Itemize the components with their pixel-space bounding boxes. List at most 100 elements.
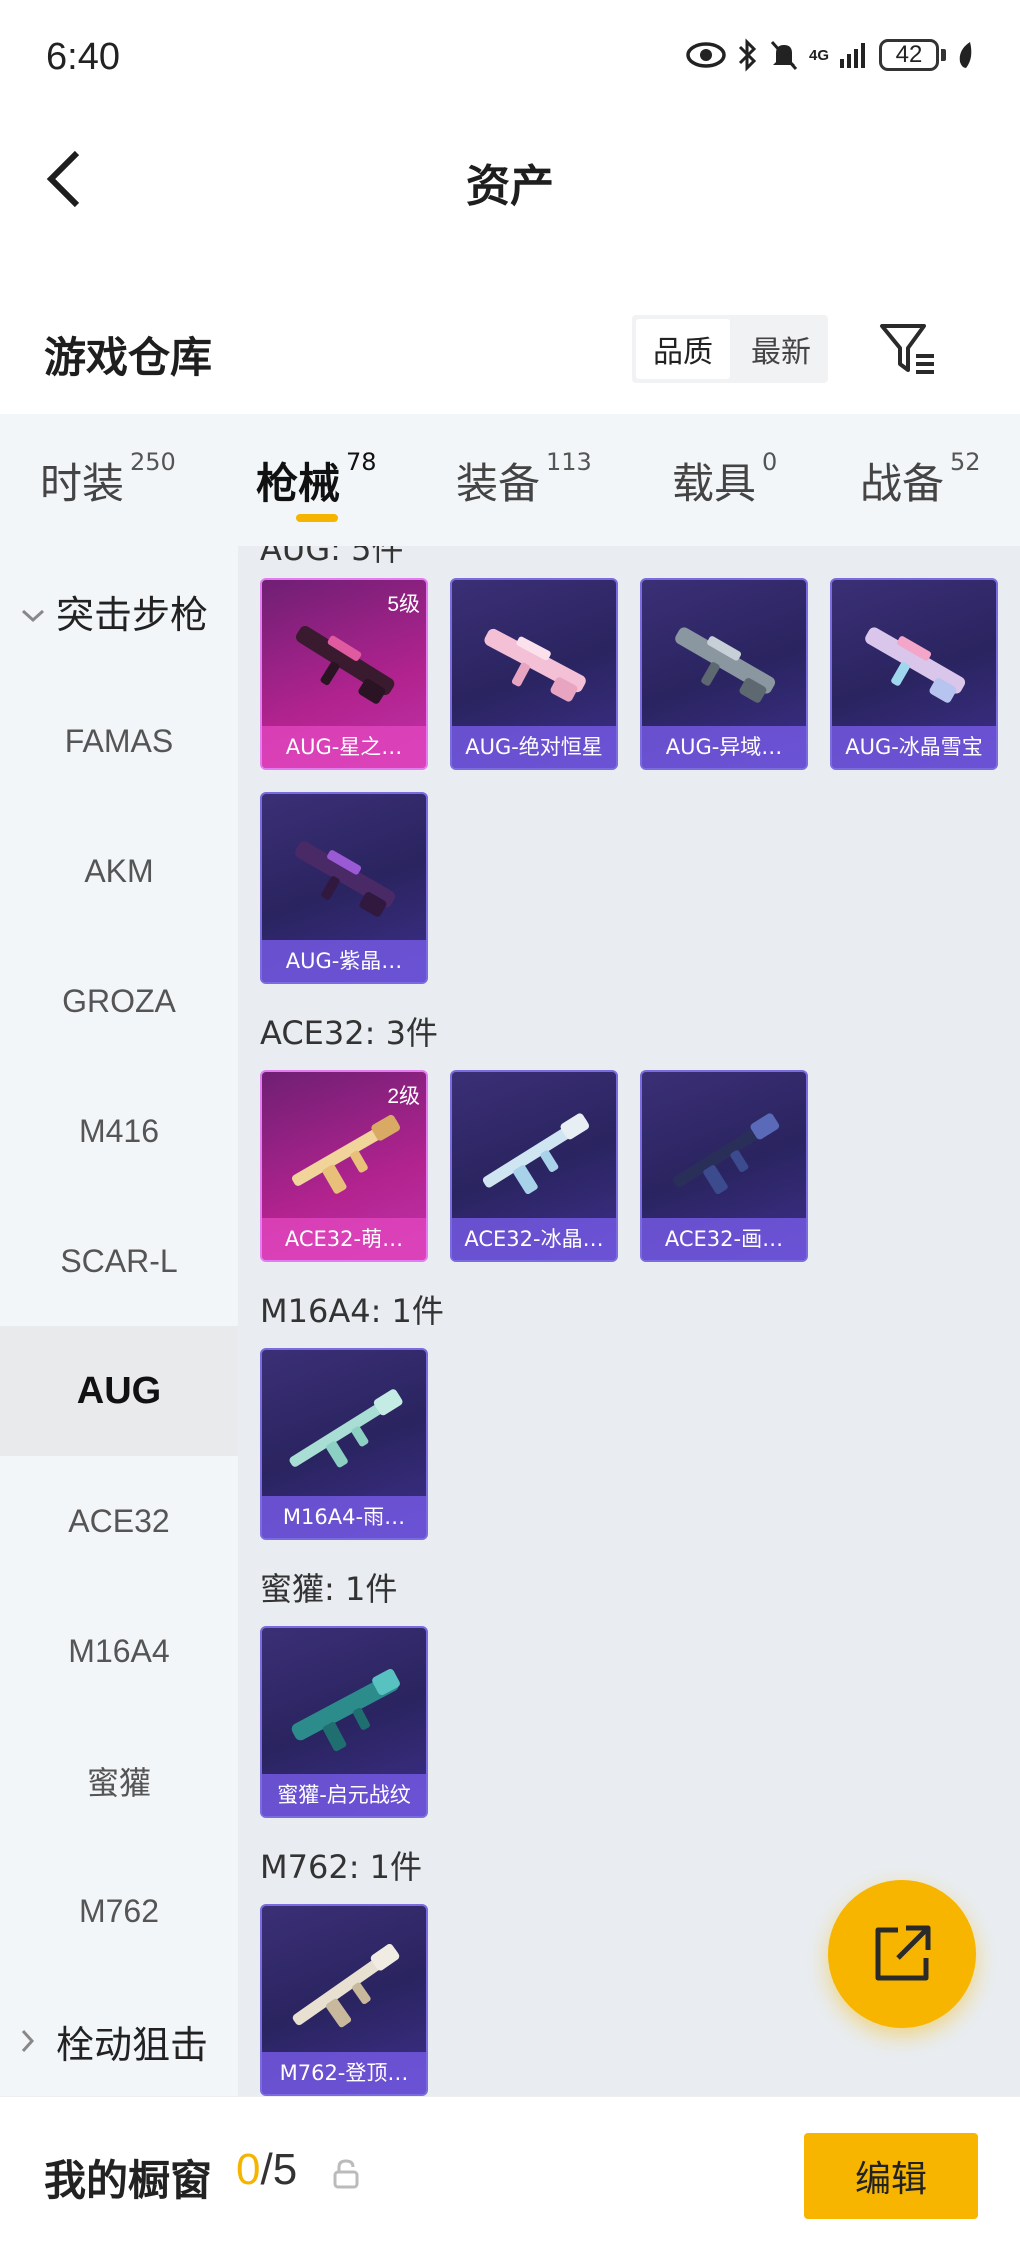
sidebar-group-label: 栓动狙击 <box>56 2022 209 2067</box>
tab-label: 时装 <box>40 459 125 508</box>
lock-icon <box>333 2159 359 2189</box>
group-heading-m762: M762: 1件 <box>260 1848 423 1886</box>
rifle-icon <box>296 625 395 704</box>
item-name: AUG-星之… <box>262 726 426 768</box>
battery-icon: 42 <box>879 39 946 71</box>
bluetooth-icon <box>738 38 757 72</box>
category-tabs: 时装 250 枪械 78 装备 113 载具 0 战备 52 <box>0 414 1020 546</box>
sidebar-group-label: 突击步枪 <box>56 592 209 637</box>
item-name: ACE32-冰晶… <box>452 1218 616 1260</box>
item-card[interactable]: ACE32-冰晶… <box>450 1070 618 1262</box>
sort-quality-button[interactable]: 品质 <box>636 319 730 379</box>
rifle-icon <box>672 1113 780 1195</box>
tab-label: 装备 <box>456 459 541 508</box>
item-card[interactable]: 2级 ACE32-萌… <box>260 1070 428 1262</box>
tab-count: 113 <box>546 448 592 476</box>
group-heading-ace32: ACE32: 3件 <box>260 1014 438 1052</box>
showcase-count-total: /5 <box>260 2145 298 2194</box>
tab-vehicles[interactable]: 载具 0 <box>672 448 778 511</box>
rifle-icon <box>482 1113 590 1195</box>
battery-level: 42 <box>879 39 939 71</box>
sidebar-item-scar-l[interactable]: SCAR-L <box>0 1196 238 1326</box>
tab-count: 250 <box>130 448 176 476</box>
rifle-icon <box>865 627 966 703</box>
external-link-icon <box>875 1925 931 1981</box>
item-name: ACE32-萌… <box>262 1218 426 1260</box>
showcase-count-current: 0 <box>236 2145 261 2194</box>
active-tab-indicator <box>296 514 338 522</box>
showcase-label: 我的橱窗 <box>44 2156 213 2205</box>
signal-icon <box>840 43 865 68</box>
item-name: M762-登顶… <box>262 2052 426 2094</box>
section-title: 游戏仓库 <box>44 333 213 382</box>
rifle-icon <box>292 1114 400 1194</box>
item-name: AUG-紫晶… <box>262 940 426 982</box>
asset-grid: AUG: 5件 5级 AUG-星之… AUG-绝对恒星 AUG-异域… AUG-… <box>238 546 1020 2096</box>
status-time: 6:40 <box>46 36 120 78</box>
tab-count: 0 <box>762 448 778 476</box>
edit-button[interactable]: 编辑 <box>804 2133 978 2219</box>
network-label: 4G <box>808 46 829 64</box>
sidebar-item-ace32[interactable]: ACE32 <box>0 1456 238 1586</box>
tab-count: 78 <box>346 448 377 476</box>
tab-count: 52 <box>950 448 981 476</box>
leaf-icon <box>959 42 972 68</box>
rifle-icon <box>289 1389 403 1468</box>
sidebar-item-honey-badger[interactable]: 蜜獾 <box>0 1716 238 1846</box>
item-card[interactable]: AUG-异域… <box>640 578 808 770</box>
sidebar-item-m16a4[interactable]: M16A4 <box>0 1586 238 1716</box>
group-heading-honey-badger: 蜜獾: 1件 <box>260 1570 398 1608</box>
sidebar-item-aug[interactable]: AUG <box>0 1326 238 1456</box>
item-card[interactable]: 5级 AUG-星之… <box>260 578 428 770</box>
bottom-bar: 我的橱窗 0/5 编辑 <box>0 2096 1020 2250</box>
nav-bar: 资产 <box>0 120 1020 240</box>
tab-supplies[interactable]: 战备 52 <box>860 448 981 511</box>
item-card[interactable]: AUG-冰晶雪宝 <box>830 578 998 770</box>
mute-bell-icon <box>770 41 798 70</box>
tab-fashion[interactable]: 时装 250 <box>40 448 176 511</box>
tab-label: 载具 <box>672 459 757 508</box>
sidebar: 突击步枪 FAMAS AKM GROZA M416 SCAR-L AUG ACE… <box>0 546 238 2096</box>
item-name: M16A4-雨… <box>262 1496 426 1538</box>
chevron-right-icon <box>20 2019 48 2063</box>
sidebar-item-m416[interactable]: M416 <box>0 1066 238 1196</box>
tab-label: 战备 <box>860 459 945 508</box>
page-title: 资产 <box>466 161 554 212</box>
item-name: AUG-异域… <box>642 726 806 768</box>
item-name: AUG-绝对恒星 <box>452 726 616 768</box>
item-name: AUG-冰晶雪宝 <box>832 726 996 768</box>
tab-guns[interactable]: 枪械 78 <box>256 448 377 511</box>
rifle-icon <box>675 627 776 703</box>
eye-icon <box>686 42 726 68</box>
rifle-icon <box>484 628 586 702</box>
section-header: 游戏仓库 品质 最新 <box>0 300 1020 410</box>
sort-latest-button[interactable]: 最新 <box>734 315 828 383</box>
item-card[interactable]: AUG-绝对恒星 <box>450 578 618 770</box>
item-card[interactable]: M762-登顶… <box>260 1904 428 2096</box>
item-card[interactable]: 蜜獾-启元战纹 <box>260 1626 428 1818</box>
rifle-icon <box>291 1668 400 1752</box>
sidebar-item-famas[interactable]: FAMAS <box>0 676 238 806</box>
sidebar-item-m762[interactable]: M762 <box>0 1846 238 1976</box>
status-bar: 6:40 4G 42 <box>0 0 1020 120</box>
item-card[interactable]: ACE32-画… <box>640 1070 808 1262</box>
sidebar-item-akm[interactable]: AKM <box>0 806 238 936</box>
status-icons: 4G 42 <box>685 38 976 72</box>
item-card[interactable]: AUG-紫晶… <box>260 792 428 984</box>
sidebar-item-groza[interactable]: GROZA <box>0 936 238 1066</box>
filter-button[interactable] <box>878 320 938 380</box>
sidebar-group-bolt-action-snipers[interactable]: 栓动狙击 <box>0 1976 238 2096</box>
showcase-count: 0/5 <box>236 2145 297 2195</box>
tab-label: 枪械 <box>256 459 341 508</box>
share-button[interactable] <box>828 1880 976 2028</box>
item-card[interactable]: M16A4-雨… <box>260 1348 428 1540</box>
sort-toggle: 品质 最新 <box>632 315 828 383</box>
rifle-icon <box>292 1943 400 2028</box>
filter-icon <box>880 324 934 374</box>
group-heading-m16a4: M16A4: 1件 <box>260 1292 444 1330</box>
item-name: 蜜獾-启元战纹 <box>262 1774 426 1816</box>
item-name: ACE32-画… <box>642 1218 806 1260</box>
sidebar-group-assault-rifles[interactable]: 突击步枪 <box>0 546 238 676</box>
tab-equipment[interactable]: 装备 113 <box>456 448 592 511</box>
chevron-down-icon <box>20 589 48 633</box>
